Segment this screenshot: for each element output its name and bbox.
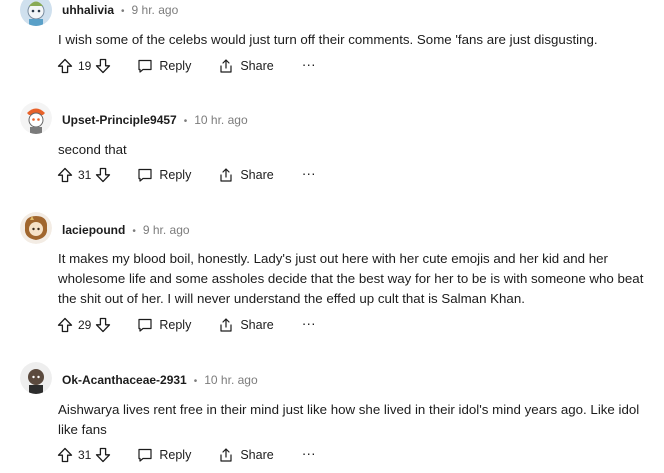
comment-body: second that — [58, 142, 127, 157]
reply-label: Reply — [159, 168, 192, 182]
comment-header: uhhalivia • 9 hr. ago — [62, 0, 178, 20]
avatar-snoo-icon — [20, 102, 52, 134]
comment-body: Aishwarya lives rent free in their mind … — [58, 402, 640, 437]
comment-actions: 31 Reply Share ··· — [57, 163, 316, 187]
downvote-arrow-icon — [96, 167, 111, 183]
comment-bubble-icon — [138, 59, 152, 73]
upvote-arrow-icon — [57, 58, 73, 74]
avatar[interactable] — [20, 102, 52, 134]
share-icon — [220, 168, 232, 182]
share-label: Share — [240, 168, 274, 182]
share-button[interactable]: Share — [218, 313, 274, 337]
share-icon — [220, 59, 232, 73]
avatar[interactable] — [20, 212, 52, 244]
share-icon — [220, 448, 232, 462]
downvote-button[interactable] — [95, 163, 111, 187]
more-options-button[interactable]: ··· — [302, 441, 316, 469]
more-options-button[interactable]: ··· — [302, 52, 316, 80]
reply-label: Reply — [159, 448, 192, 462]
comment-bubble-icon — [138, 168, 152, 182]
share-label: Share — [240, 318, 274, 332]
downvote-arrow-icon — [96, 447, 111, 463]
reply-button[interactable]: Reply — [137, 54, 191, 78]
share-label: Share — [240, 448, 274, 462]
reply-button[interactable]: Reply — [137, 443, 191, 467]
avatar-snoo-icon — [20, 0, 52, 26]
vote-count: 19 — [78, 59, 92, 73]
upvote-arrow-icon — [57, 447, 73, 463]
more-options-button[interactable]: ··· — [302, 311, 316, 339]
upvote-arrow-icon — [57, 317, 73, 333]
reply-label: Reply — [159, 59, 192, 73]
share-button[interactable]: Share — [218, 443, 274, 467]
username[interactable]: Ok-Acanthaceae-2931 — [62, 373, 187, 387]
separator-dot: • — [183, 116, 188, 127]
comment-actions: 31 Reply Share ··· — [57, 443, 316, 467]
timestamp[interactable]: 9 hr. ago — [132, 3, 179, 17]
share-icon — [220, 318, 232, 332]
comment-header: laciepound • 9 hr. ago — [62, 220, 190, 240]
vote-count: 31 — [78, 168, 92, 182]
username[interactable]: uhhalivia — [62, 3, 114, 17]
upvote-arrow-icon — [57, 167, 73, 183]
downvote-button[interactable] — [95, 54, 111, 78]
upvote-button[interactable] — [57, 163, 73, 187]
downvote-arrow-icon — [96, 317, 111, 333]
separator-dot: • — [121, 6, 125, 17]
comment-header: Ok-Acanthaceae-2931 • 10 hr. ago — [62, 370, 258, 390]
comment-bubble-icon — [138, 448, 152, 462]
comment-actions: 29 Reply Share ··· — [57, 313, 316, 337]
comment-bubble-icon — [138, 318, 152, 332]
avatar[interactable] — [20, 362, 52, 394]
upvote-button[interactable] — [57, 54, 73, 78]
share-button[interactable]: Share — [218, 54, 274, 78]
comment-body: I wish some of the celebs would just tur… — [58, 32, 598, 47]
reply-button[interactable]: Reply — [137, 163, 191, 187]
avatar-snoo-icon — [20, 362, 52, 394]
reply-button[interactable]: Reply — [137, 313, 191, 337]
timestamp[interactable]: 10 hr. ago — [194, 113, 247, 127]
timestamp[interactable]: 9 hr. ago — [143, 223, 190, 237]
comment-header: Upset-Principle9457 • 10 hr. ago — [62, 110, 248, 130]
upvote-button[interactable] — [57, 443, 73, 467]
username[interactable]: Upset-Principle9457 — [62, 113, 177, 127]
avatar-snoo-icon — [20, 212, 52, 244]
share-button[interactable]: Share — [218, 163, 274, 187]
timestamp[interactable]: 10 hr. ago — [204, 373, 257, 387]
separator-dot: • — [132, 226, 136, 237]
upvote-button[interactable] — [57, 313, 73, 337]
comment-body: It makes my blood boil, honestly. Lady's… — [58, 251, 644, 306]
comment-actions: 19 Reply Share ··· — [57, 54, 316, 78]
reply-label: Reply — [159, 318, 192, 332]
username[interactable]: laciepound — [62, 223, 125, 237]
downvote-button[interactable] — [95, 443, 111, 467]
downvote-button[interactable] — [95, 313, 111, 337]
downvote-arrow-icon — [96, 58, 111, 74]
separator-dot: • — [193, 376, 198, 387]
share-label: Share — [240, 59, 274, 73]
avatar[interactable] — [20, 0, 52, 26]
vote-count: 31 — [78, 448, 92, 462]
more-options-button[interactable]: ··· — [302, 161, 316, 189]
vote-count: 29 — [78, 318, 92, 332]
